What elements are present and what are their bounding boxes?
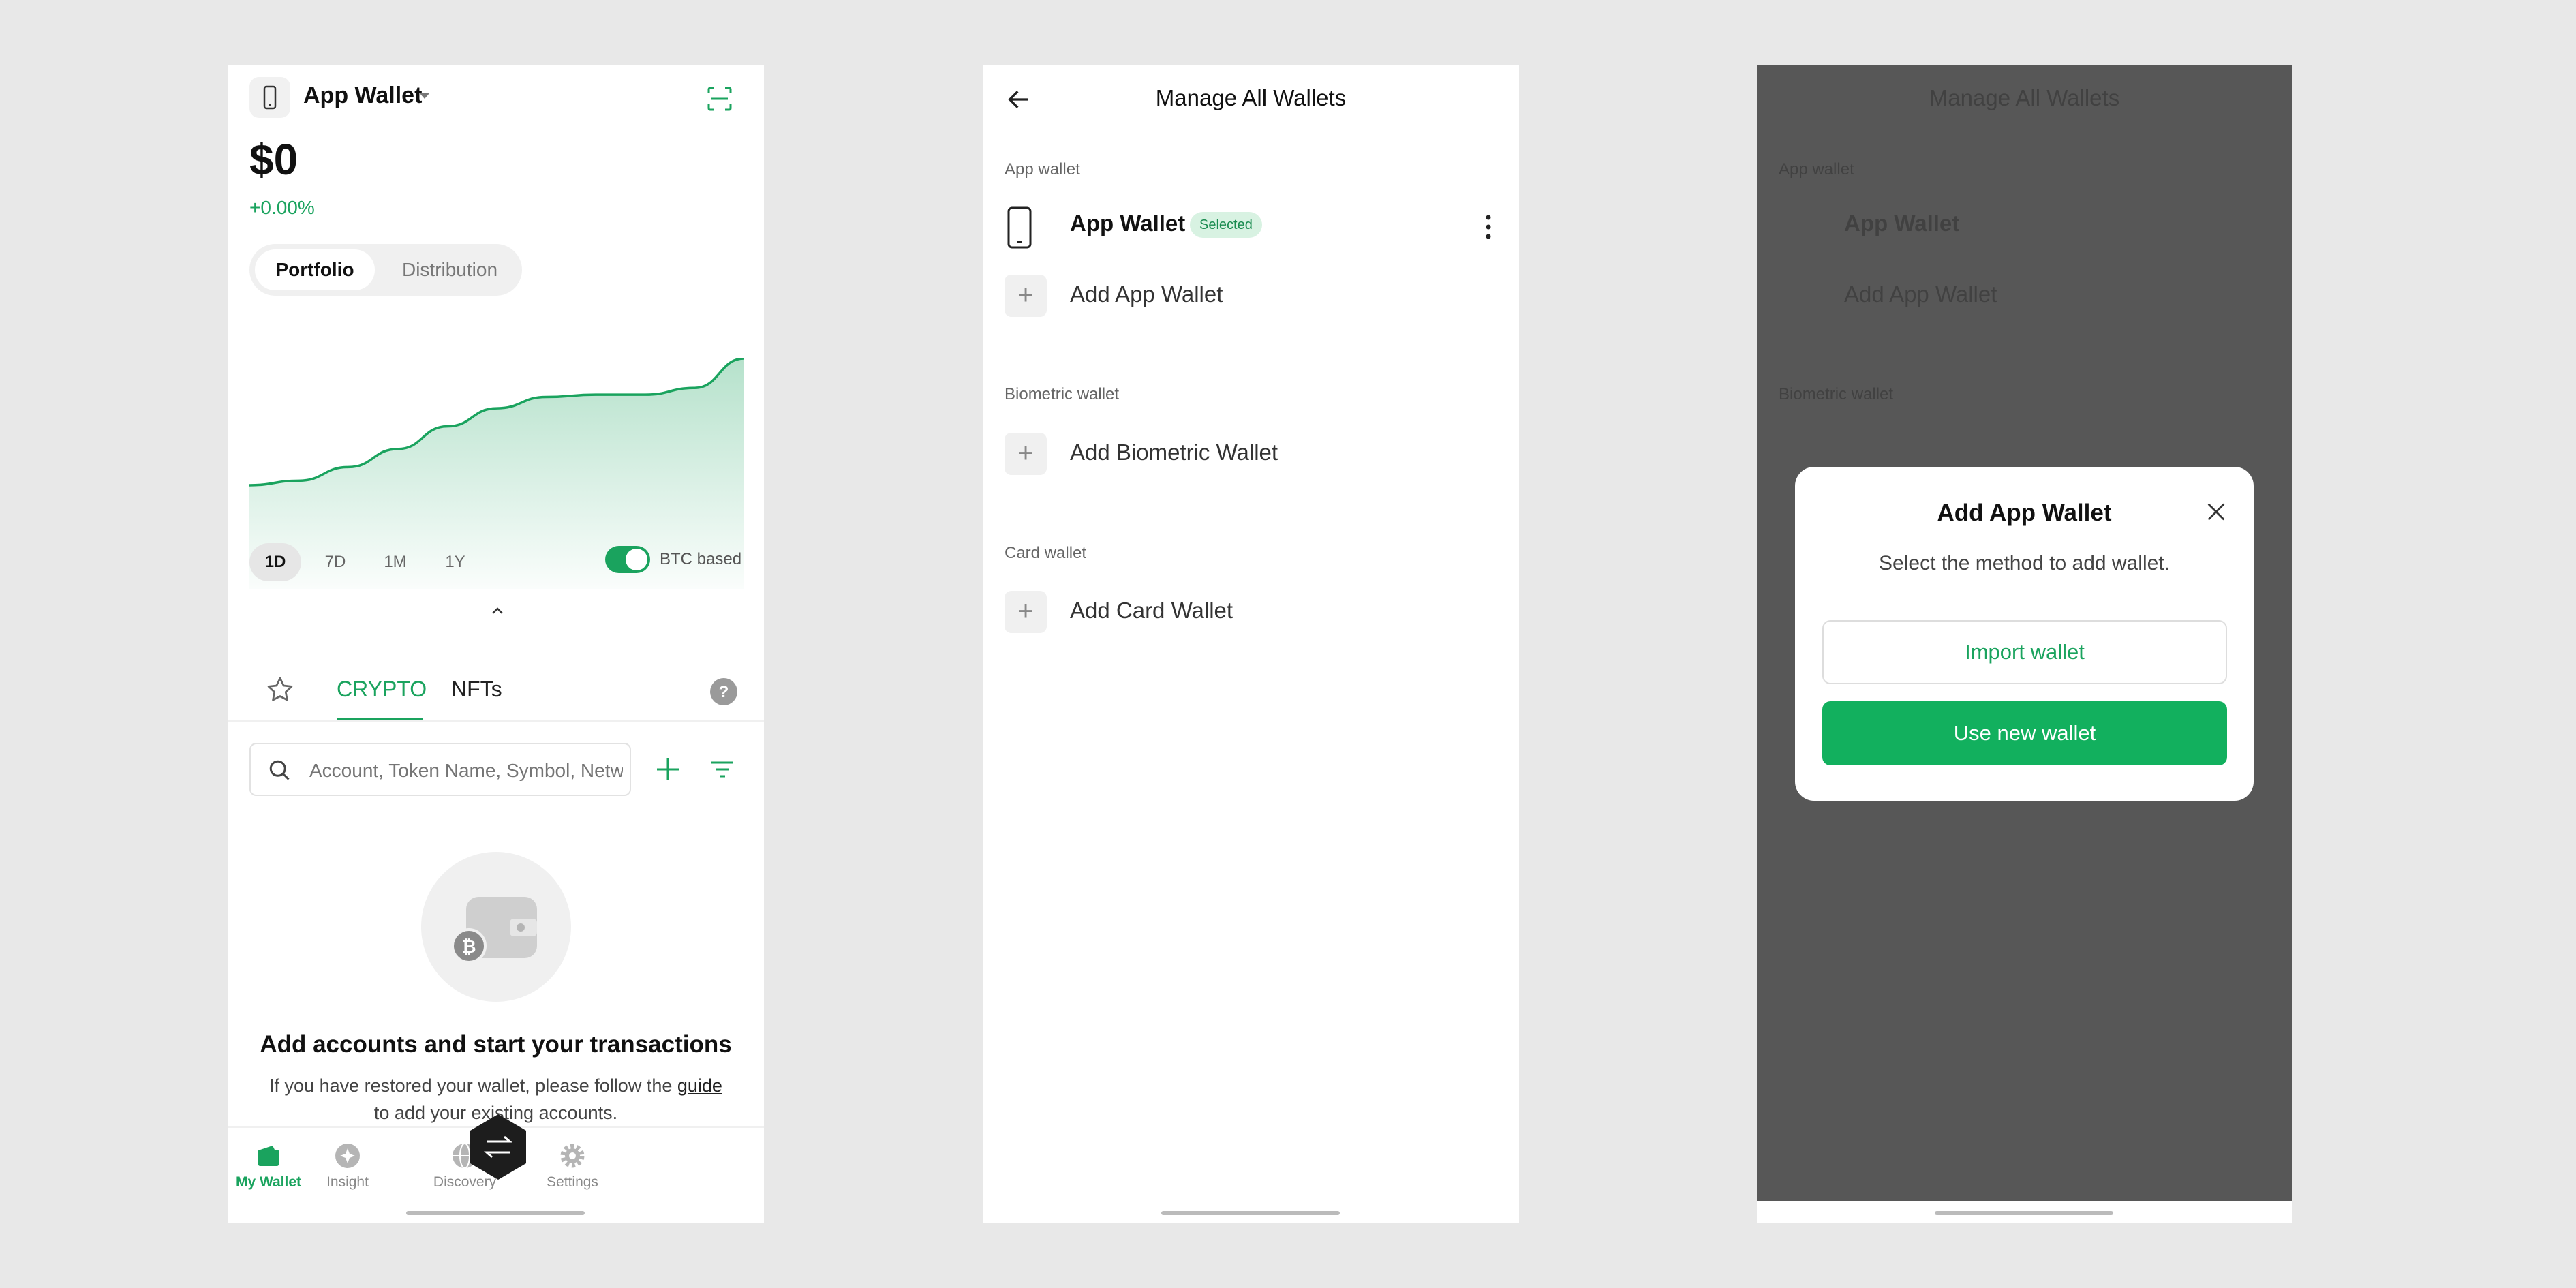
my-wallet-screen: App Wallet $0 +0.00% Portfolio Distribut… xyxy=(228,65,764,1223)
empty-state-title: Add accounts and start your transactions xyxy=(260,1031,732,1058)
token-search-input[interactable] xyxy=(308,756,624,785)
tabs-divider xyxy=(228,720,764,722)
svg-text:?: ? xyxy=(719,683,729,701)
wallet-icon xyxy=(258,1146,279,1166)
plus-icon[interactable]: + xyxy=(1005,433,1047,475)
nav-label: My Wallet xyxy=(235,1174,302,1190)
page-title: Manage All Wallets xyxy=(1155,85,1347,110)
chevron-up-icon[interactable] xyxy=(489,603,506,619)
segment-distribution[interactable]: Distribution xyxy=(383,249,517,290)
plus-icon[interactable]: + xyxy=(1005,275,1047,317)
tab-nfts[interactable]: NFTs xyxy=(451,677,502,702)
view-segment: Portfolio Distribution xyxy=(249,244,522,296)
segment-portfolio[interactable]: Portfolio xyxy=(255,249,375,290)
range-7d[interactable]: 7D xyxy=(309,543,361,581)
phone-icon xyxy=(1007,206,1032,249)
selected-badge: Selected xyxy=(1190,212,1262,238)
chevron-down-icon[interactable] xyxy=(420,93,429,99)
plus-icon[interactable]: + xyxy=(1005,591,1047,633)
import-wallet-button[interactable]: Import wallet xyxy=(1822,620,2227,684)
tab-crypto[interactable]: CRYPTO xyxy=(337,677,427,702)
nav-my-wallet[interactable]: My Wallet xyxy=(228,1141,309,1191)
app-wallet-name[interactable]: App Wallet xyxy=(1070,211,1185,236)
add-biometric-wallet-button[interactable]: Add Biometric Wallet xyxy=(1070,440,1278,465)
search-icon xyxy=(269,760,290,780)
swap-button[interactable] xyxy=(467,1113,529,1181)
token-search-box[interactable] xyxy=(249,743,631,796)
nav-label: Insight xyxy=(326,1174,369,1190)
wallet-selector[interactable]: App Wallet xyxy=(303,82,422,109)
star-icon[interactable] xyxy=(263,673,297,707)
dialog-title: Add App Wallet xyxy=(1937,500,2112,526)
filter-icon[interactable] xyxy=(706,753,739,786)
manage-wallets-screen: Manage All Wallets App wallet App Wallet… xyxy=(983,65,1519,1223)
add-wallet-dialog-screen: Manage All Wallets App wallet App Wallet… xyxy=(1757,65,2292,1223)
gear-icon xyxy=(560,1144,585,1168)
dialog-subtitle: Select the method to add wallet. xyxy=(1879,552,2170,574)
section-biometric-wallet: Biometric wallet xyxy=(1005,385,1120,403)
home-indicator xyxy=(1935,1211,2113,1215)
range-1m[interactable]: 1M xyxy=(369,543,421,581)
range-1d[interactable]: 1D xyxy=(249,543,301,581)
add-card-wallet-button[interactable]: Add Card Wallet xyxy=(1070,598,1233,624)
scan-icon[interactable] xyxy=(705,84,735,114)
section-card-wallet: Card wallet xyxy=(1005,544,1087,562)
use-new-wallet-button[interactable]: Use new wallet xyxy=(1822,701,2227,765)
btc-based-toggle[interactable] xyxy=(605,546,650,573)
close-icon[interactable] xyxy=(2201,497,2231,527)
btc-based-label: BTC based xyxy=(660,550,742,568)
empty-wallet-illustration: ₿ xyxy=(421,852,571,1002)
wallet-device-icon[interactable] xyxy=(249,77,290,118)
range-1y[interactable]: 1Y xyxy=(429,543,481,581)
add-app-wallet-button[interactable]: Add App Wallet xyxy=(1070,281,1223,307)
nav-settings[interactable]: Settings xyxy=(532,1141,613,1191)
svg-text:₿: ₿ xyxy=(461,937,476,957)
help-icon[interactable]: ? xyxy=(709,677,739,707)
empty-desc-text: If you have restored your wallet, please… xyxy=(269,1075,673,1096)
add-app-wallet-dialog: Add App Wallet Select the method to add … xyxy=(1795,467,2254,801)
home-indicator xyxy=(1161,1211,1340,1215)
insight-icon xyxy=(335,1144,360,1168)
total-balance: $0 xyxy=(249,135,298,184)
more-vertical-icon[interactable] xyxy=(1475,209,1502,245)
nav-insight[interactable]: Insight xyxy=(307,1141,388,1191)
guide-link[interactable]: guide xyxy=(677,1075,722,1096)
add-token-icon[interactable] xyxy=(651,753,684,786)
section-app-wallet: App wallet xyxy=(1005,160,1080,179)
nav-label: Settings xyxy=(547,1174,598,1190)
balance-change: +0.00% xyxy=(249,197,315,218)
home-indicator xyxy=(406,1211,585,1215)
